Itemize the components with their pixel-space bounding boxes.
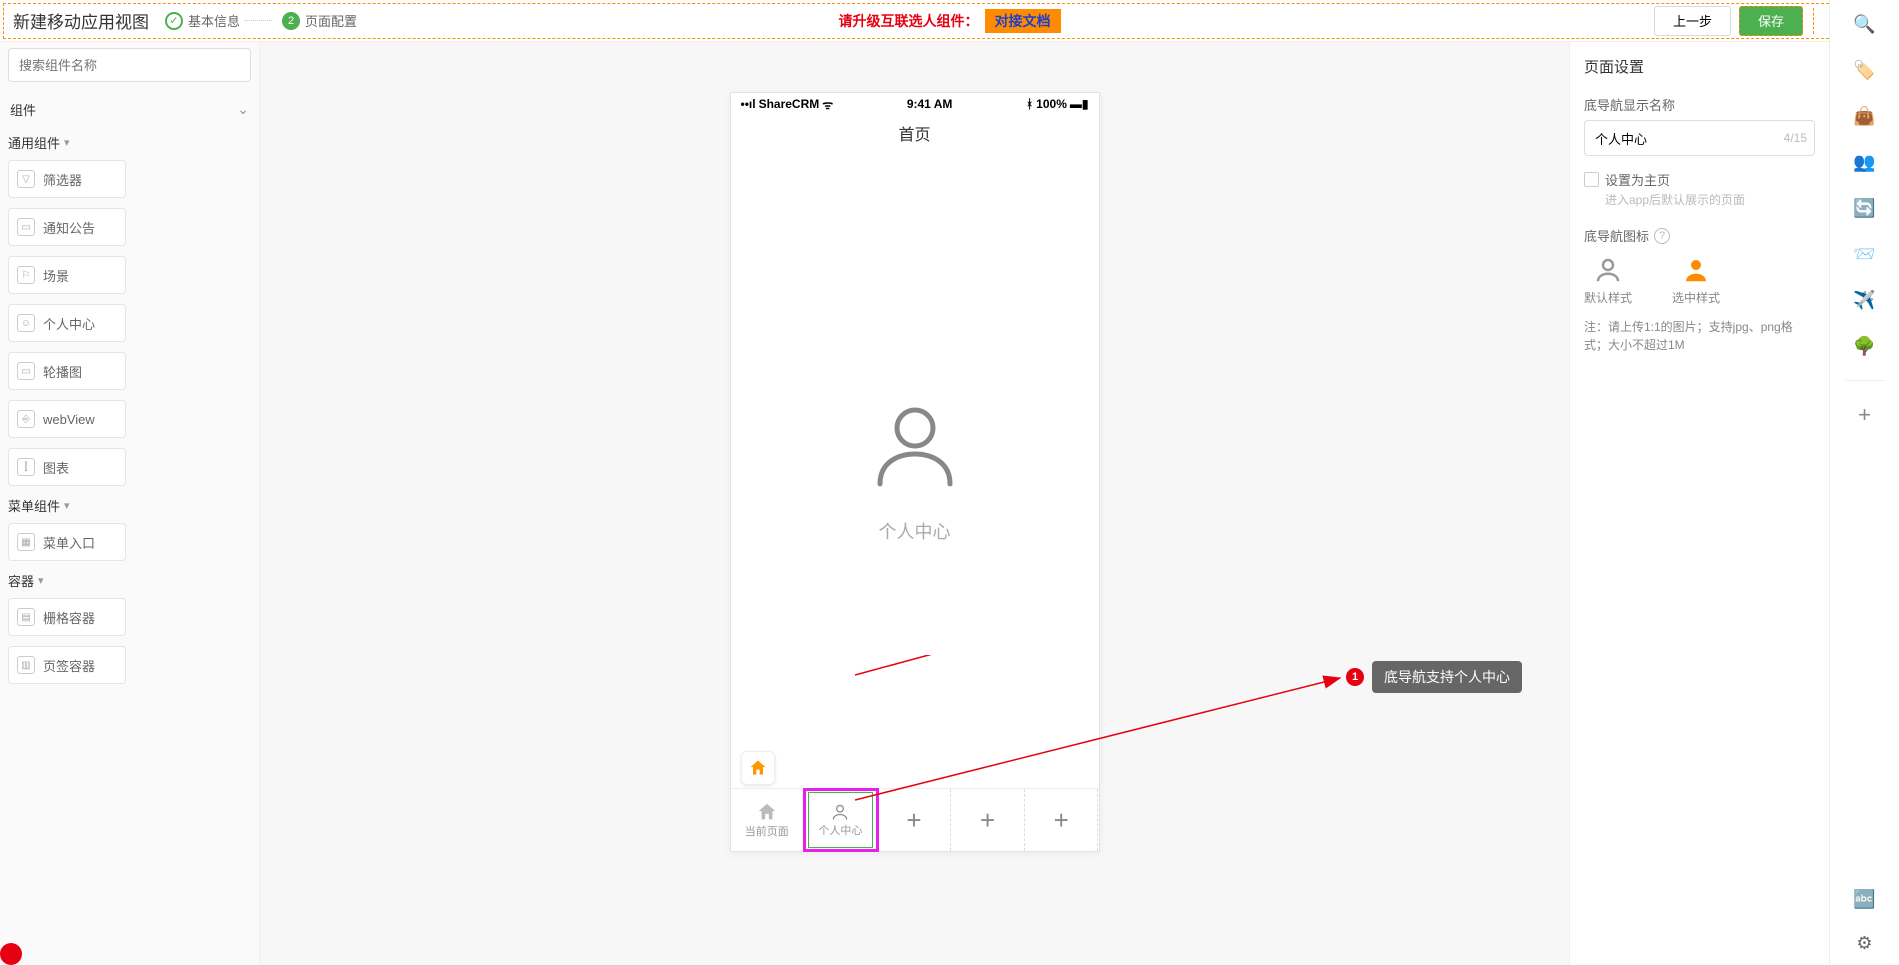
- phone-status-bar: ••ıl ShareCRM ᯤ 9:41 AM ᚼ 100% ▬▮: [731, 93, 1099, 115]
- refresh-icon[interactable]: 🔄: [1853, 196, 1877, 220]
- step-1: ✓ 基本信息: [165, 11, 240, 30]
- widget-menu-entry[interactable]: ▦菜单入口: [8, 523, 126, 561]
- upgrade-banner: 请升级互联选人组件： 对接文档: [839, 9, 1061, 33]
- widget-tab-container[interactable]: ▥页签容器: [8, 646, 126, 684]
- panel-title: 页面设置: [1584, 56, 1815, 77]
- corner-indicator: [0, 943, 22, 965]
- grid-icon: ▦: [17, 533, 35, 551]
- group-container[interactable]: 容器▾: [8, 571, 251, 590]
- chevron-down-icon: ▾: [64, 499, 70, 512]
- nav-tab-add-2[interactable]: +: [951, 789, 1025, 851]
- step-number-icon: 2: [282, 12, 300, 30]
- plus-icon: +: [980, 805, 995, 836]
- widget-grid-container[interactable]: ▤栅格容器: [8, 598, 126, 636]
- filter-icon: ▽: [17, 170, 35, 188]
- properties-panel: 页面设置 底导航显示名称 4/15 设置为主页 进入app后默认展示的页面 底导…: [1569, 42, 1829, 965]
- search-input[interactable]: [8, 48, 251, 82]
- grid-container-icon: ▤: [17, 608, 35, 626]
- user-icon: [1681, 255, 1711, 285]
- mail-icon[interactable]: 📨: [1853, 242, 1877, 266]
- page-title: 新建移动应用视图: [8, 8, 159, 33]
- icon-style-default[interactable]: 默认样式: [1584, 255, 1632, 306]
- notice-icon: ▭: [17, 218, 35, 236]
- app-dock: 🔍 🏷️ 👜 👥 🔄 📨 ✈️ 🌳 + 🔤 ⚙: [1829, 0, 1899, 965]
- help-icon[interactable]: ?: [1654, 228, 1670, 244]
- signal-icon: ••ıl: [741, 97, 756, 111]
- nav-name-input[interactable]: [1584, 120, 1815, 156]
- tag-icon[interactable]: 🏷️: [1853, 58, 1877, 82]
- carousel-icon: ▭: [17, 362, 35, 380]
- group-general[interactable]: 通用组件▾: [8, 133, 251, 152]
- section-label: 组件: [10, 100, 36, 119]
- plus-icon: +: [906, 805, 921, 836]
- components-toggle[interactable]: 组件 ⌄: [8, 96, 251, 123]
- nav-tab-personal-center[interactable]: 个人中心: [804, 789, 878, 851]
- phone-body: 个人中心: [731, 151, 1099, 788]
- phone-body-label: 个人中心: [879, 518, 951, 544]
- nav-tab-add-1[interactable]: +: [878, 789, 952, 851]
- status-time: 9:41 AM: [907, 97, 953, 111]
- battery-icon: ▬▮: [1070, 97, 1089, 111]
- prev-button[interactable]: 上一步: [1654, 6, 1731, 36]
- group-menu[interactable]: 菜单组件▾: [8, 496, 251, 515]
- search-icon[interactable]: 🔍: [1853, 12, 1877, 36]
- nav-tab-add-3[interactable]: +: [1025, 789, 1099, 851]
- user-icon: ☺: [17, 314, 35, 332]
- widget-scene[interactable]: ⚐场景: [8, 256, 126, 294]
- doc-link[interactable]: 对接文档: [985, 9, 1061, 33]
- separator: [1845, 380, 1885, 381]
- nav-tab-current[interactable]: 当前页面: [731, 789, 805, 851]
- home-icon: [748, 758, 768, 778]
- widget-carousel[interactable]: ▭轮播图: [8, 352, 126, 390]
- user-icon: [865, 396, 965, 496]
- chevron-down-icon: ⌄: [237, 101, 249, 118]
- phone-page-title: 首页: [731, 115, 1099, 151]
- nav-icon-label: 底导航图标 ?: [1584, 226, 1815, 245]
- tree-icon[interactable]: 🌳: [1853, 334, 1877, 358]
- check-icon: ✓: [165, 12, 183, 30]
- tab-container-icon: ▥: [17, 656, 35, 674]
- plus-icon: +: [1054, 805, 1069, 836]
- link-icon: ⎆: [17, 410, 35, 428]
- chart-icon: ⫿: [17, 458, 35, 476]
- checkbox-icon: [1584, 172, 1599, 187]
- canvas: ••ıl ShareCRM ᯤ 9:41 AM ᚼ 100% ▬▮ 首页 个人中…: [260, 42, 1569, 965]
- wifi-icon: ᯤ: [822, 96, 833, 113]
- bluetooth-icon: ᚼ: [1026, 97, 1033, 111]
- send-icon[interactable]: ✈️: [1853, 288, 1877, 312]
- upload-note: 注：请上传1:1的图片；支持jpg、png格式；大小不超过1M: [1584, 318, 1815, 354]
- step-2: 2 页面配置: [282, 11, 357, 30]
- top-bar-inner: 新建移动应用视图 ✓ 基本信息 2 页面配置 请升级互联选人组件： 对接文档 上…: [3, 3, 1899, 39]
- chevron-down-icon: ▾: [64, 136, 70, 149]
- home-indicator[interactable]: [741, 751, 775, 785]
- set-home-checkbox[interactable]: 设置为主页: [1584, 170, 1815, 189]
- components-panel: 组件 ⌄ 通用组件▾ ▽筛选器 ▭通知公告 ⚐场景 ☺个人中心 ▭轮播图 ⎆we…: [0, 42, 260, 965]
- plus-icon[interactable]: +: [1853, 403, 1877, 427]
- gear-icon[interactable]: ⚙: [1853, 931, 1877, 955]
- translate-icon[interactable]: 🔤: [1853, 887, 1877, 911]
- phone-preview: ••ıl ShareCRM ᯤ 9:41 AM ᚼ 100% ▬▮ 首页 个人中…: [730, 92, 1100, 852]
- icon-style-selected[interactable]: 选中样式: [1672, 255, 1720, 306]
- home-icon: [756, 801, 778, 823]
- top-bar: 新建移动应用视图 ✓ 基本信息 2 页面配置 请升级互联选人组件： 对接文档 上…: [0, 0, 1899, 42]
- separator: [1813, 8, 1814, 34]
- widget-personal-center[interactable]: ☺个人中心: [8, 304, 126, 342]
- char-count: 4/15: [1784, 120, 1807, 156]
- step-divider: [244, 20, 272, 21]
- set-home-hint: 进入app后默认展示的页面: [1605, 191, 1815, 208]
- nav-name-label: 底导航显示名称: [1584, 95, 1815, 114]
- chevron-down-icon: ▾: [38, 574, 44, 587]
- scene-icon: ⚐: [17, 266, 35, 284]
- bag-icon[interactable]: 👜: [1853, 104, 1877, 128]
- user-icon: [1593, 255, 1623, 285]
- widget-chart[interactable]: ⫿图表: [8, 448, 126, 486]
- people-icon[interactable]: 👥: [1853, 150, 1877, 174]
- widget-filter[interactable]: ▽筛选器: [8, 160, 126, 198]
- user-icon: [830, 802, 850, 822]
- save-button[interactable]: 保存: [1739, 6, 1803, 36]
- widget-notice[interactable]: ▭通知公告: [8, 208, 126, 246]
- widget-webview[interactable]: ⎆webView: [8, 400, 126, 438]
- upgrade-text: 请升级互联选人组件：: [839, 11, 979, 31]
- bottom-nav-editor: 当前页面 个人中心 + + +: [731, 788, 1099, 851]
